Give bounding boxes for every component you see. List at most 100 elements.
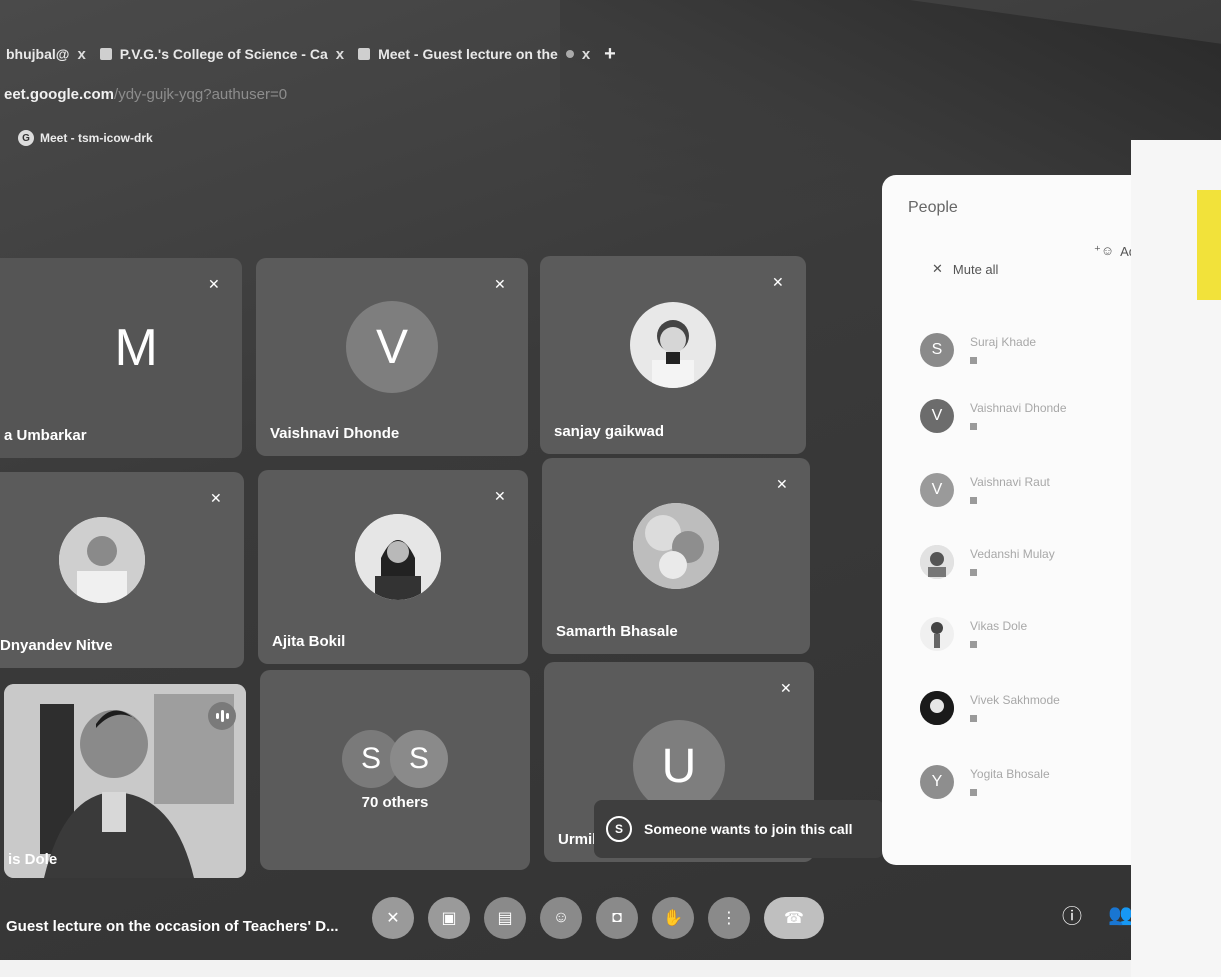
profile-photo xyxy=(58,517,145,604)
avatar: S xyxy=(390,730,448,788)
mic-off-icon: ✕ xyxy=(932,261,943,276)
profile-photo xyxy=(630,302,716,389)
participant-name: Ajita Bokil xyxy=(272,633,346,650)
mic-off-icon xyxy=(970,357,977,364)
others-tile[interactable]: S S 70 others xyxy=(260,670,530,870)
info-icon: ⓘ xyxy=(1062,906,1082,928)
more-vert-icon: ⋮ xyxy=(721,910,737,927)
camera-toggle-button[interactable]: ▣ xyxy=(428,897,470,939)
join-request-toast[interactable]: S Someone wants to join this call xyxy=(594,800,884,858)
meet-favicon-icon xyxy=(358,48,371,60)
sticky-note xyxy=(1197,190,1221,300)
emoji-button[interactable]: ☺ xyxy=(540,897,582,939)
participant-video-tile[interactable]: is Dole xyxy=(4,684,246,878)
participant-tile[interactable]: ✕ Samarth Bhasale xyxy=(542,458,810,654)
mic-off-icon xyxy=(970,497,977,504)
avatar: V xyxy=(920,473,954,507)
participant-name: Dnyandev Nitve xyxy=(0,637,113,654)
close-icon[interactable]: x xyxy=(77,46,85,63)
participant-name: Samarth Bhasale xyxy=(556,623,678,640)
participant-name: is Dole xyxy=(8,851,58,868)
browser-tab-3[interactable]: Meet - Guest lecture on the x xyxy=(358,46,590,63)
profile-photo xyxy=(920,545,954,579)
add-person-icon: ⁺☺ xyxy=(1094,243,1115,258)
address-bar[interactable]: eet.google.com/ydy-gujk-yqg?authuser=0 xyxy=(4,86,287,103)
mute-all-label: Mute all xyxy=(952,261,999,277)
hang-up-icon: ☎ xyxy=(784,910,804,927)
participant-list-item[interactable]: Vedanshi Mulay xyxy=(920,545,1055,579)
mic-toggle-button[interactable]: ✕ xyxy=(372,897,414,939)
bookmark-label: Meet - tsm-icow-drk xyxy=(40,131,153,145)
browser-tab-2[interactable]: P.V.G.'s College of Science - Ca x xyxy=(99,46,344,63)
mic-off-icon: ✕ xyxy=(780,680,792,696)
participant-list-item[interactable]: V Vaishnavi Raut xyxy=(920,473,1050,507)
people-button[interactable]: 👥 xyxy=(1108,902,1133,927)
avatar: V xyxy=(920,399,954,433)
participant-list-item[interactable]: Y Yogita Bhosale xyxy=(920,765,1050,799)
participant-tile[interactable]: ✕ Dnyandev Nitve xyxy=(0,472,244,668)
tab-label: P.V.G.'s College of Science - Ca xyxy=(119,46,328,62)
mic-off-icon: ✕ xyxy=(772,274,784,290)
participant-name: sanjay gaikwad xyxy=(554,423,665,440)
others-avatars: S S xyxy=(342,730,448,788)
info-button[interactable]: ⓘ xyxy=(1062,900,1082,929)
participant-tile[interactable]: V ✕ Vaishnavi Dhonde xyxy=(256,258,528,456)
call-controls: ✕ ▣ ▤ ☺ ◘ ✋ ⋮ ☎ xyxy=(372,897,824,939)
avatar: S xyxy=(606,816,632,842)
speaking-indicator-icon xyxy=(208,702,236,730)
bookmark-meet[interactable]: G Meet - tsm-icow-drk xyxy=(18,130,153,146)
mic-off-icon: ✕ xyxy=(210,490,222,506)
new-tab-button[interactable]: + xyxy=(604,43,616,66)
participant-tile[interactable]: M ✕ a Umbarkar xyxy=(0,258,242,458)
participant-name: Vaishnavi Dhonde xyxy=(270,425,400,442)
avatar: Y xyxy=(920,765,954,799)
participant-name: Vaishnavi Dhonde xyxy=(970,401,1067,415)
mic-off-icon: ✕ xyxy=(776,476,788,492)
profile-photo xyxy=(920,691,954,725)
raise-hand-button[interactable]: ✋ xyxy=(652,897,694,939)
browser-tabbar: bhujbal@ x P.V.G.'s College of Science -… xyxy=(0,34,700,74)
profile-photo xyxy=(633,503,719,590)
mic-off-icon: ✕ xyxy=(494,276,506,292)
participant-tile[interactable]: ✕ Ajita Bokil xyxy=(258,470,528,664)
leave-call-button[interactable]: ☎ xyxy=(764,897,824,939)
present-icon: ◘ xyxy=(612,909,622,926)
close-icon[interactable]: x xyxy=(582,46,590,63)
participant-tile[interactable]: ✕ sanjay gaikwad xyxy=(540,256,806,454)
url-path: /ydy-gujk-yqg?authuser=0 xyxy=(114,86,288,103)
mic-off-icon xyxy=(970,789,977,796)
present-button[interactable]: ◘ xyxy=(596,897,638,939)
mic-off-icon xyxy=(970,423,977,430)
recording-icon xyxy=(565,50,574,58)
avatar: U xyxy=(633,720,725,812)
captions-button[interactable]: ▤ xyxy=(484,897,526,939)
toast-text: Someone wants to join this call xyxy=(644,821,853,837)
avatar: M xyxy=(114,319,158,377)
browser-tab-1[interactable]: bhujbal@ x xyxy=(6,46,86,63)
participant-list-item[interactable]: Vikas Dole xyxy=(920,617,1027,651)
participant-name: Vaishnavi Raut xyxy=(970,475,1050,489)
participant-name: Yogita Bhosale xyxy=(970,767,1050,781)
participant-list-item[interactable]: V Vaishnavi Dhonde xyxy=(920,399,1067,433)
meet-screen: bhujbal@ x P.V.G.'s College of Science -… xyxy=(0,0,1221,960)
participant-list-item[interactable]: S Suraj Khade xyxy=(920,333,1036,367)
mic-off-icon: ✕ xyxy=(208,276,220,292)
meeting-title: Guest lecture on the occasion of Teacher… xyxy=(6,918,339,935)
participant-name: Vivek Sakhmode xyxy=(970,693,1060,707)
captions-icon: ▤ xyxy=(497,910,513,927)
people-icon: 👥 xyxy=(1108,904,1133,926)
close-icon[interactable]: x xyxy=(336,46,344,63)
college-favicon-icon xyxy=(99,48,112,60)
mic-off-icon: ✕ xyxy=(494,488,506,504)
more-options-button[interactable]: ⋮ xyxy=(708,897,750,939)
participant-name: Vedanshi Mulay xyxy=(970,547,1055,561)
mic-off-icon xyxy=(970,641,977,648)
avatar: V xyxy=(346,301,438,394)
mute-all-button[interactable]: ✕ Mute all xyxy=(932,261,998,277)
participant-name: a Umbarkar xyxy=(4,427,87,444)
hand-icon: ✋ xyxy=(663,910,683,927)
camera-off-icon: ▣ xyxy=(441,910,457,927)
emoji-icon: ☺ xyxy=(552,909,570,926)
participant-list-item[interactable]: Vivek Sakhmode xyxy=(920,691,1060,725)
google-icon: G xyxy=(18,130,34,146)
